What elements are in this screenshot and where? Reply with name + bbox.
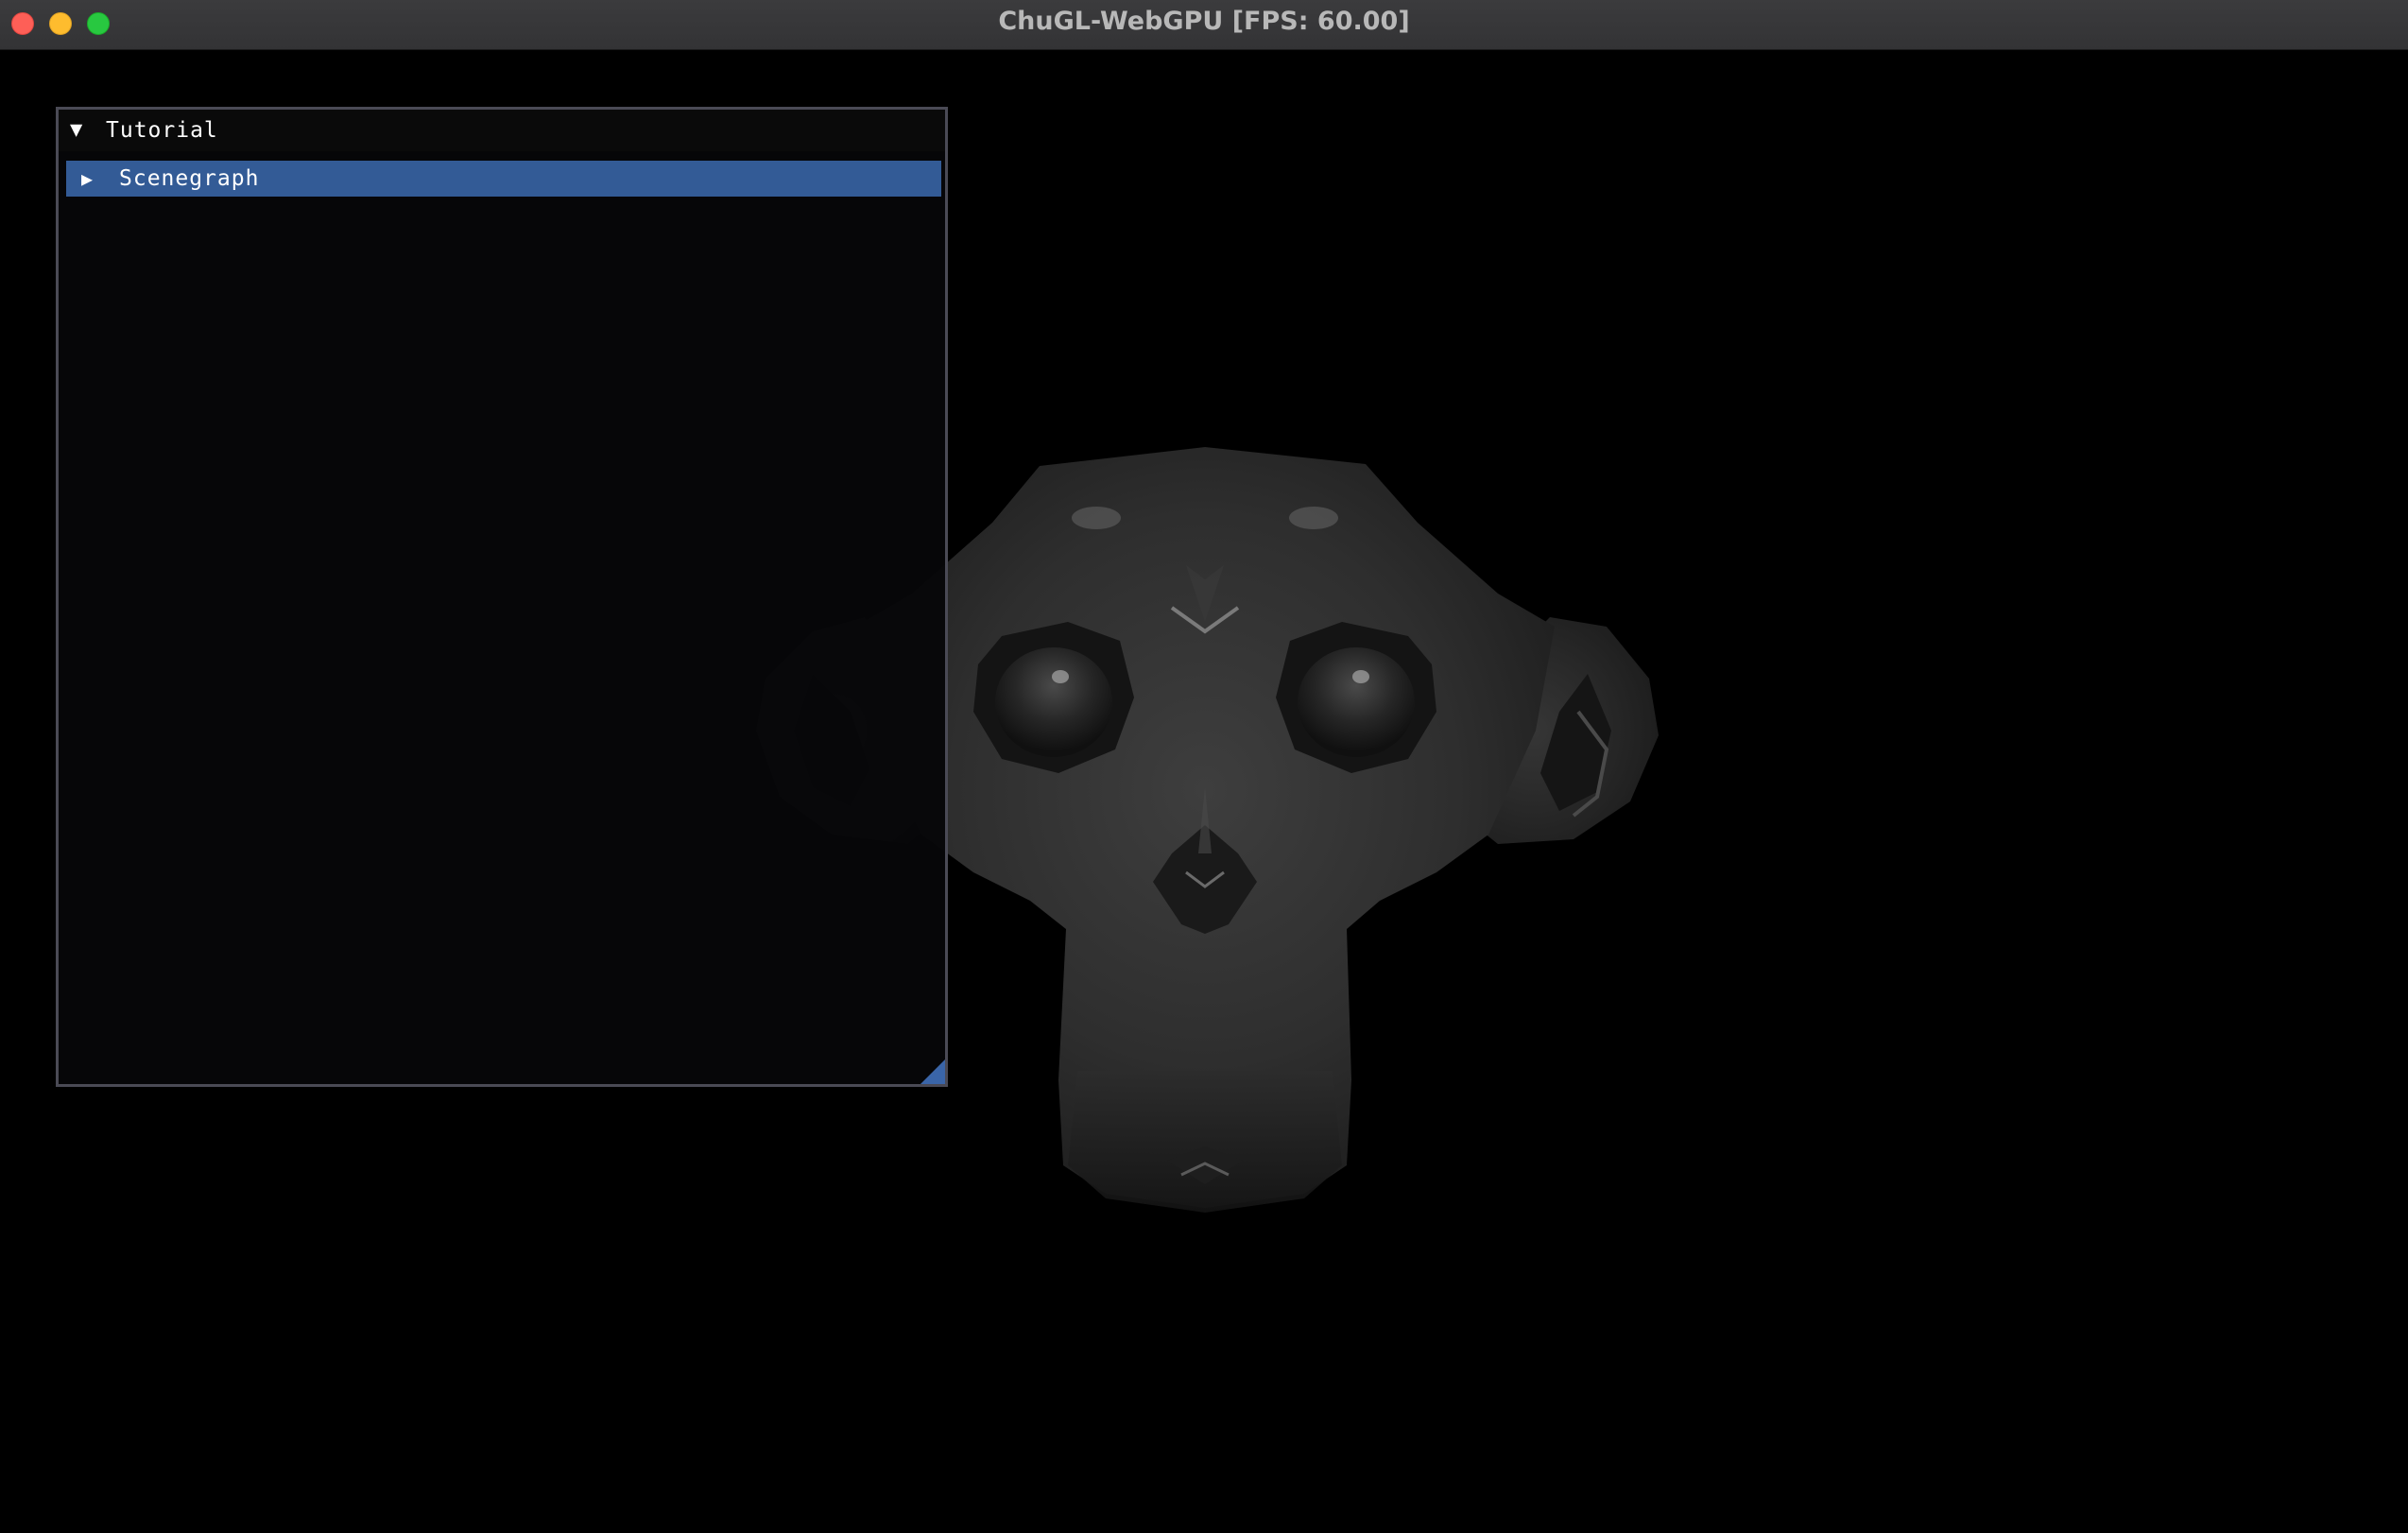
resize-grip[interactable] [920, 1059, 945, 1084]
collapse-arrow-icon[interactable]: ▼ [70, 116, 82, 145]
right-eye [1276, 622, 1436, 773]
left-eye [973, 622, 1134, 773]
render-viewport[interactable]: ▼ Tutorial ▶ Scenegraph [0, 50, 2408, 1533]
tree-node-scenegraph[interactable]: ▶ Scenegraph [66, 161, 941, 197]
mouth [1068, 1071, 1342, 1213]
window-title: ChuGL-WebGPU [FPS: 60.00] [998, 7, 1410, 36]
tutorial-panel[interactable]: ▼ Tutorial ▶ Scenegraph [56, 107, 948, 1087]
panel-titlebar[interactable]: ▼ Tutorial [59, 110, 945, 151]
panel-title: Tutorial [106, 118, 218, 143]
app-window: ChuGL-WebGPU [FPS: 60.00] ▼ Tutorial ▶ S… [0, 0, 2408, 1533]
tree-node-label: Scenegraph [119, 166, 260, 191]
expand-arrow-icon[interactable]: ▶ [81, 164, 93, 193]
window-titlebar[interactable]: ChuGL-WebGPU [FPS: 60.00] [0, 0, 2408, 50]
